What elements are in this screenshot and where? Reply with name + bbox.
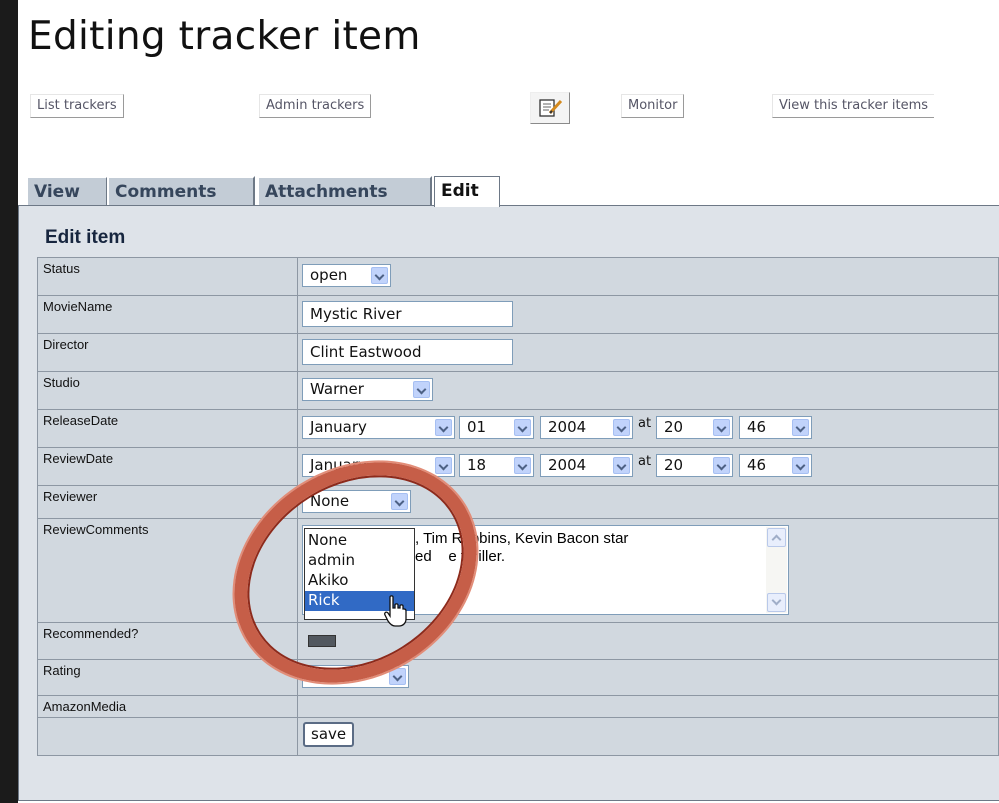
save-row: save (37, 717, 999, 756)
recommended-row: Recommended? (37, 622, 999, 660)
reviewer-select[interactable]: None (302, 490, 411, 513)
release-minute-select[interactable]: 46 (739, 416, 812, 439)
chevron-down-icon[interactable] (792, 457, 809, 474)
scroll-up-icon[interactable] (767, 528, 786, 547)
reviewcomments-label: ReviewComments (37, 518, 298, 623)
chevron-down-icon[interactable] (389, 668, 406, 685)
amazonmedia-label: AmazonMedia (37, 695, 298, 718)
rating-label: Rating (37, 659, 298, 696)
reviewcomments-row: ReviewComments , Tim Robbins, Kevin Baco… (37, 518, 999, 623)
textarea-scrollbar[interactable] (766, 527, 787, 613)
chevron-down-icon[interactable] (514, 419, 531, 436)
reviewer-label: Reviewer (37, 485, 298, 519)
review-hour-select[interactable]: 20 (656, 454, 733, 477)
releasedate-label: ReleaseDate (37, 409, 298, 448)
chevron-down-icon[interactable] (435, 457, 452, 474)
at-label: at (638, 454, 652, 469)
reviewdate-row: ReviewDate January 18 2004 at 20 46 (37, 447, 999, 486)
director-input[interactable]: Clint Eastwood (302, 339, 513, 365)
studio-row: Studio Warner (37, 371, 999, 410)
status-select[interactable]: open (302, 264, 391, 287)
chevron-down-icon[interactable] (371, 267, 388, 284)
monitor-button[interactable]: Monitor (621, 94, 685, 118)
recommended-checkbox[interactable] (308, 635, 336, 647)
tab-attachments[interactable]: Attachments (257, 176, 432, 206)
tab-view[interactable]: View (26, 176, 108, 206)
review-month-select[interactable]: January (302, 454, 455, 477)
review-day-select[interactable]: 18 (459, 454, 534, 477)
studio-label: Studio (37, 371, 298, 410)
edit-form-table: Status open MovieName Mystic River Direc… (37, 257, 999, 756)
edit-notepad-icon[interactable] (530, 92, 570, 124)
tab-edit[interactable]: Edit (434, 176, 500, 207)
chevron-down-icon[interactable] (391, 493, 408, 510)
release-day-select[interactable]: 01 (459, 416, 534, 439)
view-tracker-items-button[interactable]: View this tracker items (772, 94, 935, 118)
amazonmedia-row: AmazonMedia (37, 695, 999, 718)
rating-row: Rating ***** (37, 659, 999, 696)
rating-select[interactable]: ***** (302, 665, 409, 688)
chevron-down-icon[interactable] (713, 419, 730, 436)
chevron-down-icon[interactable] (435, 419, 452, 436)
moviename-label: MovieName (37, 295, 298, 334)
review-year-select[interactable]: 2004 (540, 454, 633, 477)
at-label: at (638, 416, 652, 431)
recommended-label: Recommended? (37, 622, 298, 660)
tab-comments[interactable]: Comments (107, 176, 255, 206)
reviewer-row: Reviewer None (37, 485, 999, 519)
moviename-row: MovieName Mystic River (37, 295, 999, 334)
admin-trackers-button[interactable]: Admin trackers (259, 94, 372, 118)
chevron-down-icon[interactable] (514, 457, 531, 474)
page-title: Editing tracker item (28, 14, 421, 59)
chevron-down-icon[interactable] (613, 457, 630, 474)
status-row: Status open (37, 257, 999, 296)
releasedate-row: ReleaseDate January 01 2004 at 20 46 (37, 409, 999, 448)
reviewdate-label: ReviewDate (37, 447, 298, 486)
director-label: Director (37, 333, 298, 372)
hand-cursor-icon (384, 595, 407, 627)
review-minute-select[interactable]: 46 (739, 454, 812, 477)
reviewer-option-admin[interactable]: admin (305, 551, 414, 571)
director-row: Director Clint Eastwood (37, 333, 999, 372)
chevron-down-icon[interactable] (613, 419, 630, 436)
status-label: Status (37, 257, 298, 296)
chevron-down-icon[interactable] (713, 457, 730, 474)
reviewer-option-akiko[interactable]: Akiko (305, 571, 414, 591)
release-month-select[interactable]: January (302, 416, 455, 439)
reviewer-option-none[interactable]: None (305, 531, 414, 551)
list-trackers-button[interactable]: List trackers (30, 94, 124, 118)
status-value: open (310, 266, 348, 284)
release-hour-select[interactable]: 20 (656, 416, 733, 439)
scroll-down-icon[interactable] (767, 593, 786, 612)
chevron-down-icon[interactable] (413, 381, 430, 398)
page: Editing tracker item List trackers Admin… (18, 0, 999, 803)
moviename-input[interactable]: Mystic River (302, 301, 513, 327)
save-button[interactable]: save (303, 722, 355, 747)
studio-select[interactable]: Warner (302, 378, 433, 401)
chevron-down-icon[interactable] (792, 419, 809, 436)
release-year-select[interactable]: 2004 (540, 416, 633, 439)
edit-item-heading: Edit item (45, 227, 126, 248)
